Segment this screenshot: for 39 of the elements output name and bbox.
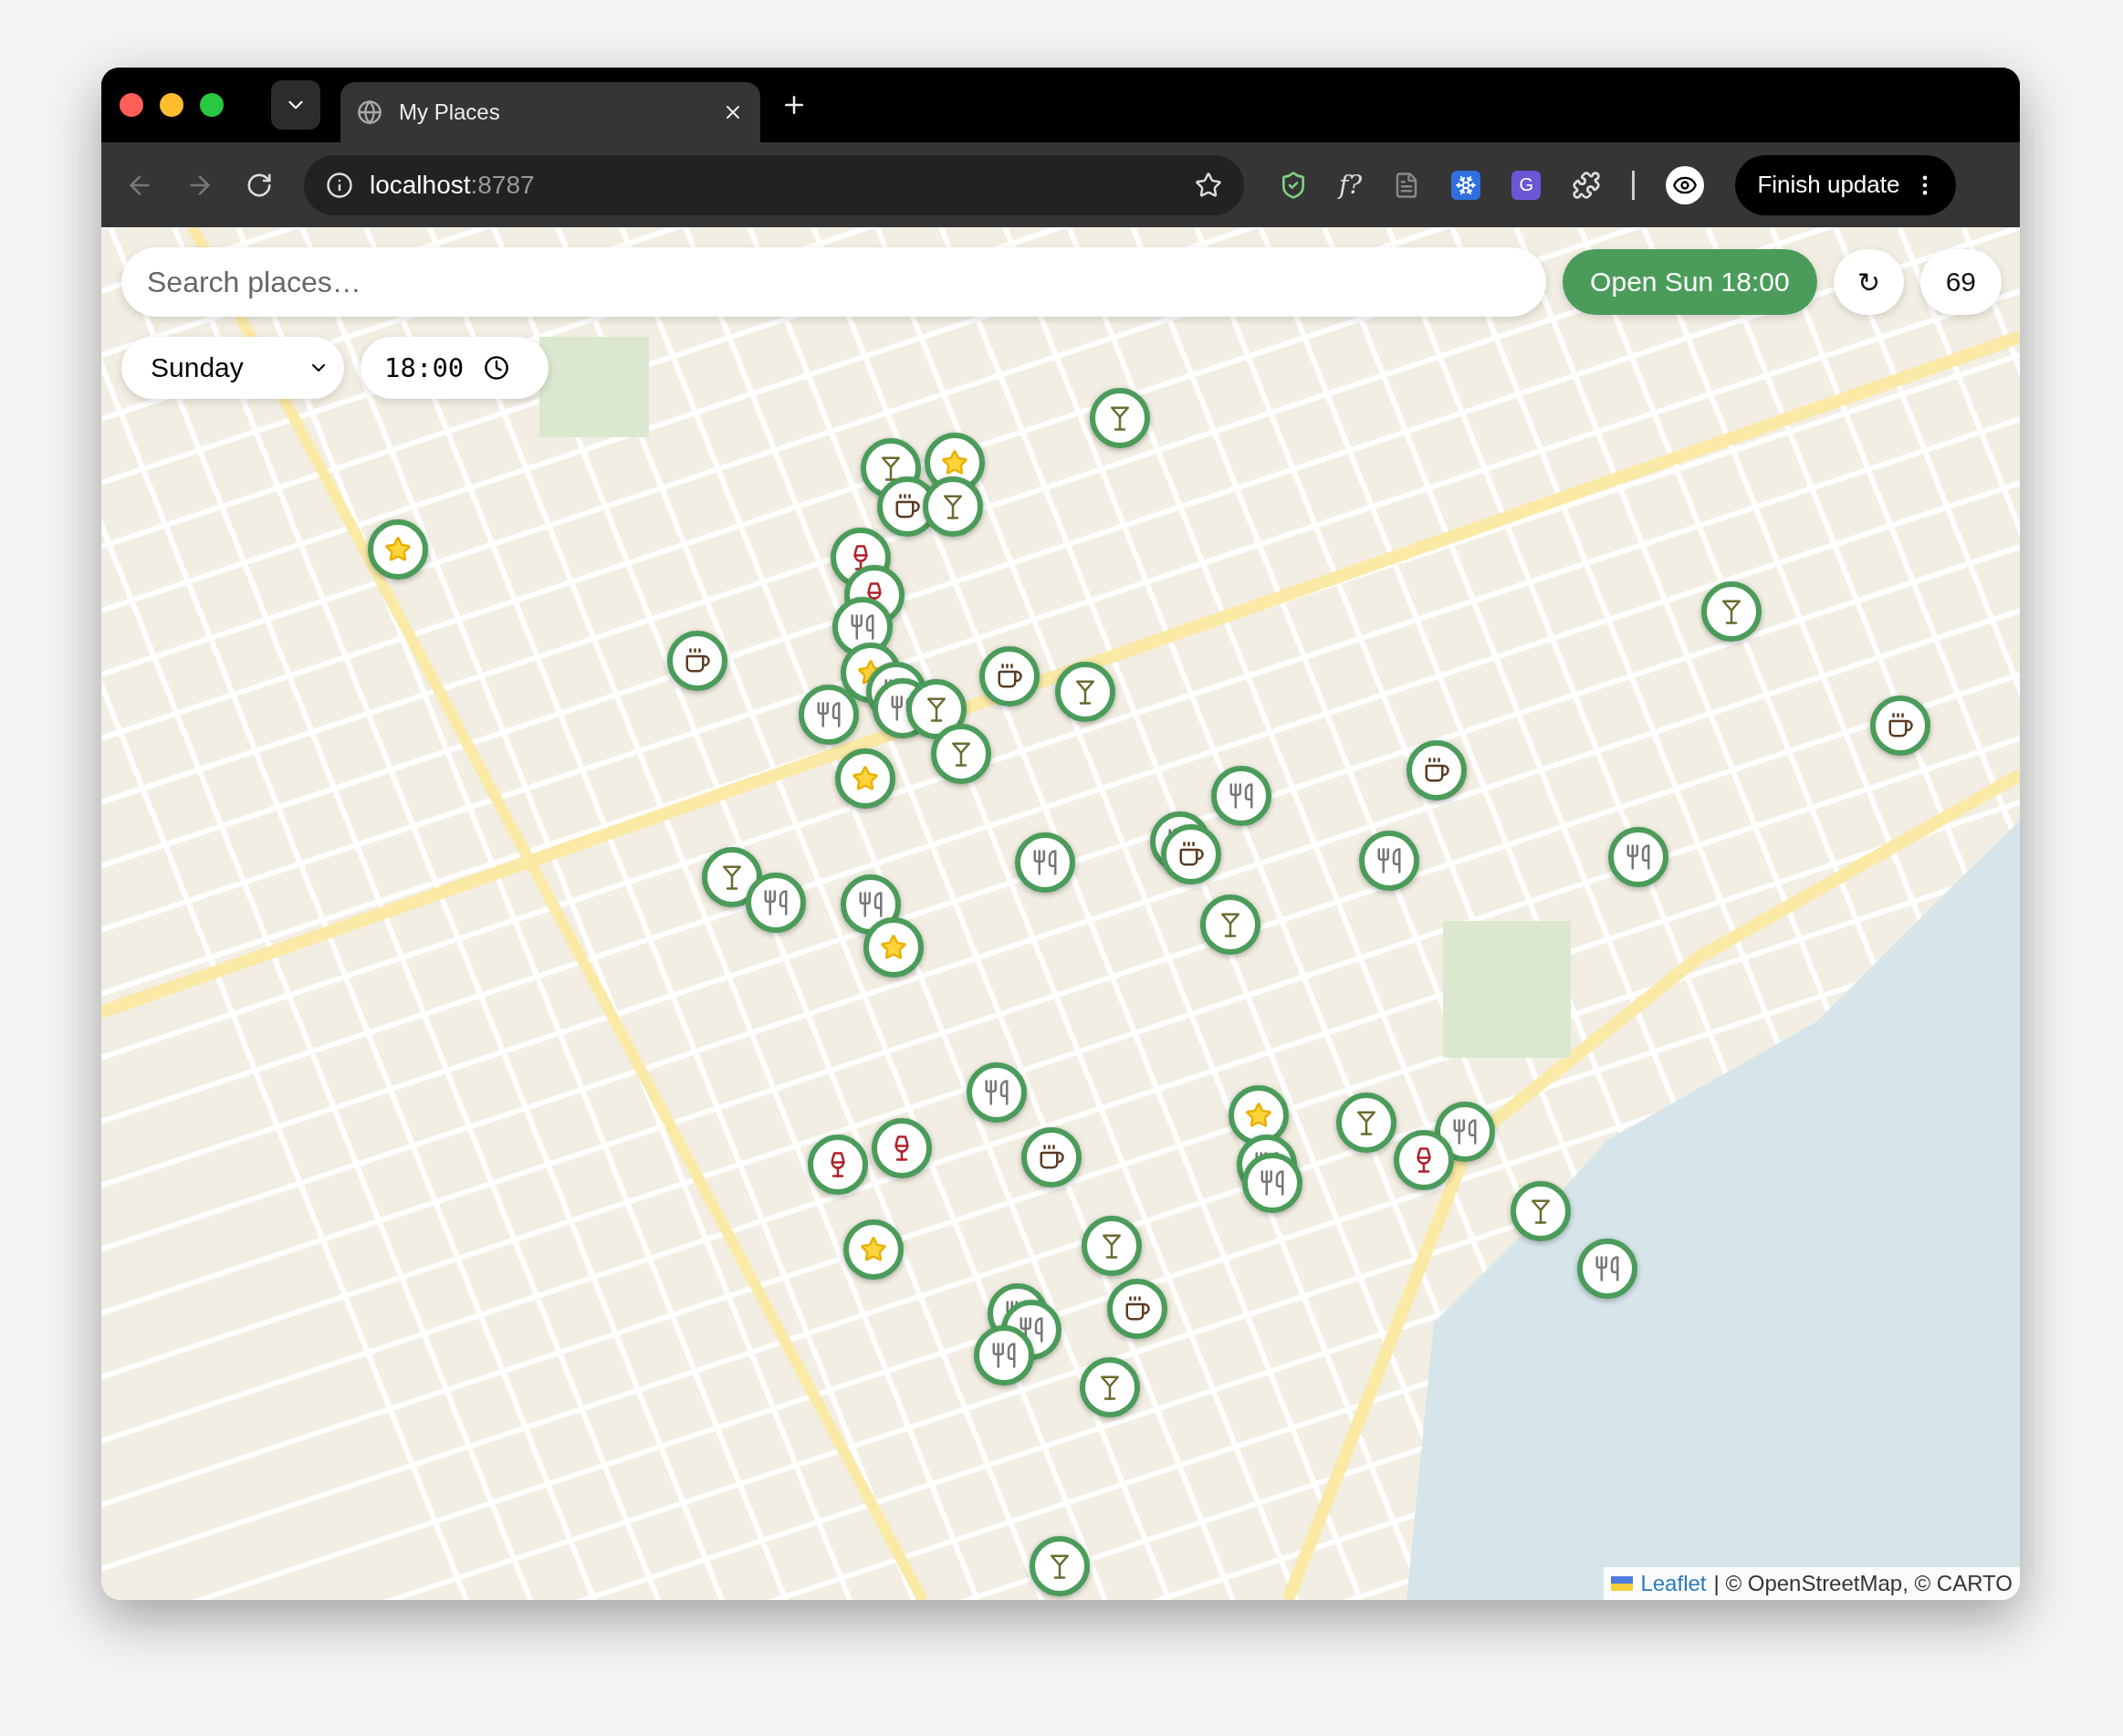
address-host: localhost <box>370 170 471 199</box>
browser-tab[interactable]: My Places <box>340 82 760 142</box>
star-icon <box>940 449 968 477</box>
zoom-window-button[interactable] <box>200 93 224 117</box>
star-icon <box>859 1235 887 1263</box>
day-select[interactable]: Sunday <box>121 337 344 399</box>
fork-knife-icon <box>1228 782 1256 810</box>
puzzle-icon[interactable] <box>1572 170 1602 200</box>
letter-extension[interactable]: G <box>1511 170 1542 200</box>
fork-knife-icon <box>1018 1315 1046 1344</box>
profile-eye-icon[interactable] <box>1666 165 1705 204</box>
attribution-text: | © OpenStreetMap, © CARTO <box>1713 1571 2013 1596</box>
coffee-cup-icon <box>1887 711 1915 739</box>
time-field[interactable]: 18:00 <box>361 337 549 399</box>
star-icon <box>383 536 412 564</box>
globe-icon <box>357 99 382 125</box>
coffee-cup-icon <box>1038 1144 1066 1172</box>
tab-search-button[interactable] <box>271 80 320 130</box>
clock-icon <box>484 355 510 381</box>
bookmark-star-icon[interactable] <box>1195 171 1222 199</box>
leaflet-link[interactable]: Leaflet <box>1640 1571 1707 1596</box>
star-icon <box>1245 1102 1273 1130</box>
coffee-cup-icon <box>996 663 1024 691</box>
fork-knife-icon <box>990 1341 1019 1369</box>
close-window-button[interactable] <box>120 93 143 117</box>
coffee-cup-icon <box>1177 840 1206 868</box>
search-field[interactable]: Search places… <box>121 247 1547 317</box>
address-bar[interactable]: localhost:8787 <box>304 154 1244 215</box>
formula-extension[interactable]: f? <box>1339 170 1363 200</box>
info-icon[interactable] <box>326 171 353 199</box>
tab-title: My Places <box>399 99 501 125</box>
fork-knife-icon <box>1259 1169 1287 1197</box>
snowflake-icon[interactable] <box>1451 170 1481 200</box>
star-icon <box>851 764 879 792</box>
finish-update-button[interactable]: Finish update <box>1735 154 1957 215</box>
star-icon <box>879 934 907 962</box>
address-port: :8787 <box>470 170 535 199</box>
flag-icon <box>1611 1576 1634 1591</box>
minimize-window-button[interactable] <box>160 93 183 117</box>
